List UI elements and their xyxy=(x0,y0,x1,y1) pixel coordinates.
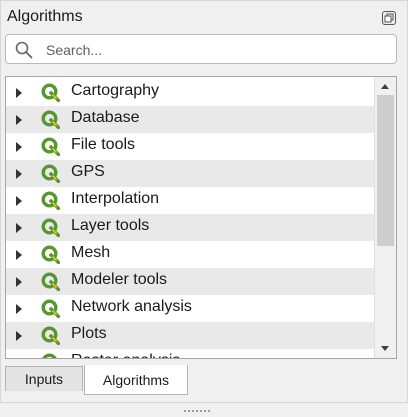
tree-item[interactable]: Plots xyxy=(6,322,374,349)
tab-algorithms[interactable]: Algorithms xyxy=(84,365,188,395)
expand-arrow-icon[interactable] xyxy=(16,88,22,98)
tree-item-label: Layer tools xyxy=(71,217,150,234)
tree-item-label: Cartography xyxy=(71,82,160,99)
tree-item-label: Plots xyxy=(71,325,107,342)
tab-inputs[interactable]: Inputs xyxy=(5,366,83,391)
search-icon xyxy=(15,41,33,59)
tree-item[interactable]: Network analysis xyxy=(6,295,374,322)
panel-tabs: Inputs Algorithms xyxy=(5,364,401,395)
tree-item[interactable]: Raster analysis xyxy=(6,349,374,358)
resize-grip[interactable] xyxy=(184,399,214,412)
tree-item[interactable]: Layer tools xyxy=(6,214,374,241)
expand-arrow-icon[interactable] xyxy=(16,115,22,125)
qgis-icon xyxy=(41,110,61,130)
expand-arrow-icon[interactable] xyxy=(16,250,22,260)
qgis-icon xyxy=(41,272,61,292)
tree-item-label: Raster analysis xyxy=(71,352,180,358)
tree-item-label: Interpolation xyxy=(71,190,160,207)
float-panel-icon[interactable] xyxy=(382,11,396,25)
algorithm-tree[interactable]: Cartography Database File tools GPS Interpol… xyxy=(5,76,397,359)
tree-item[interactable]: GPS xyxy=(6,160,374,187)
qgis-icon xyxy=(41,164,61,184)
tree-item[interactable]: File tools xyxy=(6,133,374,160)
qgis-icon xyxy=(41,83,61,103)
tree-rows: Cartography Database File tools GPS Interpol… xyxy=(6,77,374,358)
expand-arrow-icon[interactable] xyxy=(16,142,22,152)
expand-arrow-icon[interactable] xyxy=(16,223,22,233)
panel-title: Algorithms xyxy=(7,8,83,25)
tree-item-label: File tools xyxy=(71,136,136,153)
tree-item-label: Database xyxy=(71,109,140,126)
qgis-icon xyxy=(41,218,61,238)
tree-item-label: Mesh xyxy=(71,244,111,261)
tree-item[interactable]: Modeler tools xyxy=(6,268,374,295)
algorithms-panel: Algorithms Cartography Database File tools… xyxy=(0,0,408,412)
vertical-scrollbar[interactable] xyxy=(374,77,396,358)
scroll-up-button[interactable] xyxy=(375,77,396,95)
tree-item[interactable]: Database xyxy=(6,106,374,133)
tree-item-label: GPS xyxy=(71,163,105,180)
expand-arrow-icon[interactable] xyxy=(16,331,22,341)
tree-item[interactable]: Interpolation xyxy=(6,187,374,214)
scroll-down-button[interactable] xyxy=(375,340,396,358)
panel-title-bar: Algorithms xyxy=(1,1,407,34)
search-input[interactable] xyxy=(44,39,388,61)
tree-item[interactable]: Mesh xyxy=(6,241,374,268)
search-box[interactable] xyxy=(5,34,397,64)
qgis-icon xyxy=(41,245,61,265)
scroll-thumb[interactable] xyxy=(377,95,394,246)
qgis-icon xyxy=(41,299,61,319)
qgis-icon xyxy=(41,137,61,157)
expand-arrow-icon[interactable] xyxy=(16,196,22,206)
qgis-icon xyxy=(41,191,61,211)
tree-item[interactable]: Cartography xyxy=(6,79,374,106)
tree-item-label: Network analysis xyxy=(71,298,192,315)
tree-item-label: Modeler tools xyxy=(71,271,168,288)
expand-arrow-icon[interactable] xyxy=(16,277,22,287)
qgis-icon xyxy=(41,326,61,346)
qgis-icon xyxy=(41,353,60,358)
expand-arrow-icon[interactable] xyxy=(16,304,22,314)
expand-arrow-icon[interactable] xyxy=(16,169,22,179)
